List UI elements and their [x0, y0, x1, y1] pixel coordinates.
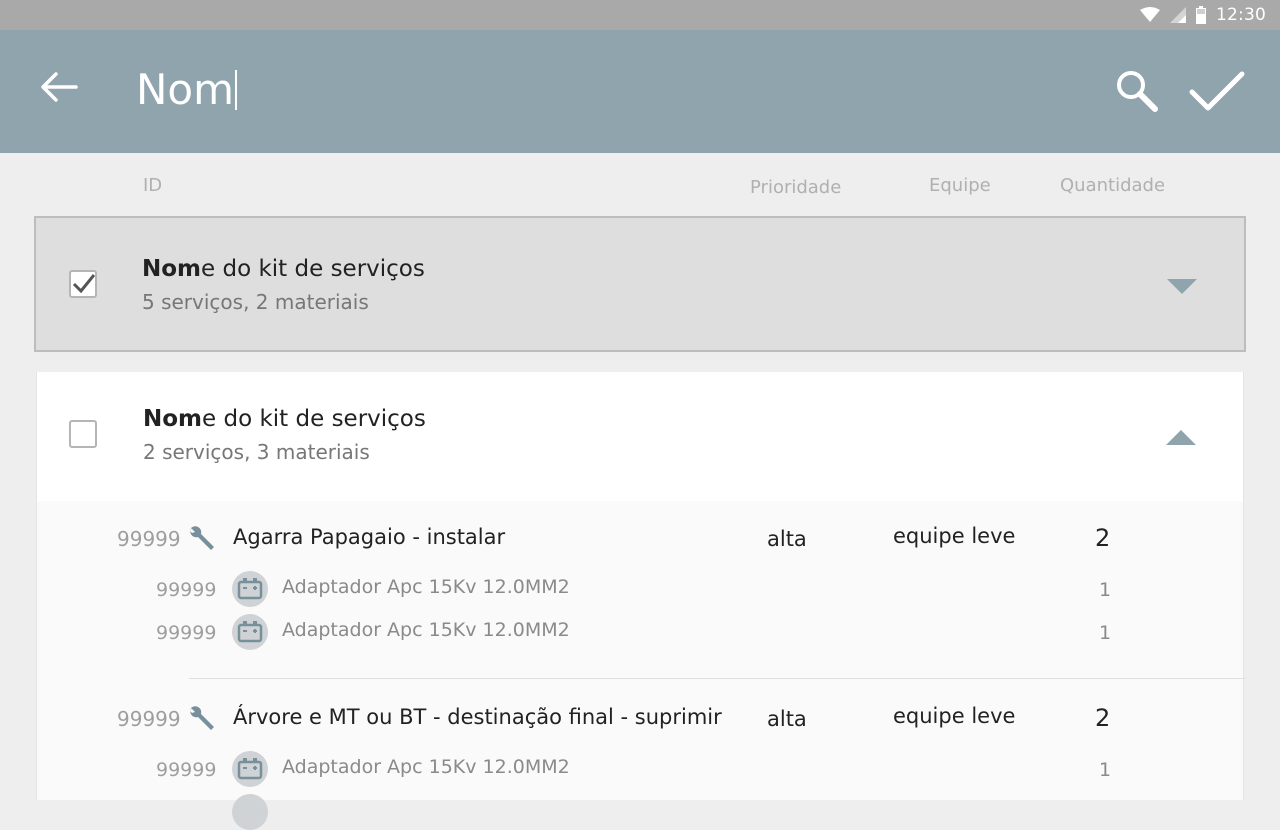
search-icon[interactable] — [1114, 68, 1160, 114]
service-id: 99999 — [117, 527, 181, 551]
column-headers: ID Prioridade Equipe Quantidade — [0, 153, 1280, 215]
app-bar: Nom — [0, 30, 1280, 153]
kit-checkbox-checked[interactable] — [69, 270, 97, 298]
divider — [189, 678, 1245, 679]
kit-card[interactable]: Nome do kit de serviços 5 serviços, 2 ma… — [34, 216, 1246, 352]
kit-header[interactable]: Nome do kit de serviços 2 serviços, 3 ma… — [37, 372, 1243, 501]
search-input[interactable]: Nom — [136, 60, 736, 120]
material-row[interactable]: 99999 Adaptador Apc 15Kv 12.0MM2 1 — [37, 750, 1243, 790]
kit-title: Nome do kit de serviços — [143, 406, 426, 432]
service-name: Árvore e MT ou BT - destinação final - s… — [233, 705, 722, 729]
service-team: equipe leve — [893, 704, 1016, 728]
service-quantity: 2 — [1095, 704, 1111, 732]
material-id: 99999 — [156, 579, 217, 601]
search-input-value: Nom — [136, 65, 235, 114]
material-quantity: 1 — [1099, 759, 1112, 781]
wifi-icon — [1140, 7, 1160, 22]
column-header-id: ID — [143, 175, 163, 196]
kit-checkbox[interactable] — [69, 420, 97, 448]
material-row[interactable]: 99999 Adaptador Apc 15Kv 12.0MM2 1 — [37, 613, 1243, 653]
battery-material-icon — [232, 794, 268, 830]
service-team: equipe leve — [893, 524, 1016, 548]
kit-subtitle: 2 serviços, 3 materiais — [143, 440, 370, 464]
collapse-chevron-up-icon[interactable] — [1165, 428, 1197, 448]
kit-subtitle: 5 serviços, 2 materiais — [142, 290, 369, 314]
kit-title-rest: e do kit de serviços — [201, 256, 425, 282]
service-priority: alta — [767, 707, 807, 731]
status-icons: 12:30 — [1140, 4, 1266, 26]
clock: 12:30 — [1216, 5, 1266, 25]
kit-title-match: Nom — [142, 256, 202, 282]
material-quantity: 1 — [1099, 579, 1112, 601]
service-quantity: 2 — [1095, 524, 1111, 552]
kit-title-rest: e do kit de serviços — [202, 406, 426, 432]
service-priority: alta — [767, 527, 807, 551]
service-id: 99999 — [117, 707, 181, 731]
service-name: Agarra Papagaio - instalar — [233, 525, 506, 549]
material-quantity: 1 — [1099, 622, 1112, 644]
kit-card-expanded: Nome do kit de serviços 2 serviços, 3 ma… — [36, 372, 1245, 830]
battery-icon — [1196, 6, 1206, 24]
column-header-team: Equipe — [929, 175, 991, 196]
status-bar: 12:30 — [0, 0, 1280, 30]
material-id: 99999 — [156, 622, 217, 644]
checkmark-icon — [72, 274, 95, 294]
column-header-quantity: Quantidade — [1060, 175, 1166, 196]
material-name: Adaptador Apc 15Kv 12.0MM2 — [282, 756, 570, 778]
signal-icon — [1170, 7, 1186, 23]
expand-chevron-down-icon[interactable] — [1166, 276, 1198, 296]
back-arrow-icon[interactable] — [38, 66, 80, 108]
material-name: Adaptador Apc 15Kv 12.0MM2 — [282, 619, 570, 641]
column-header-priority: Prioridade — [750, 177, 842, 198]
kit-title-match: Nom — [143, 406, 203, 432]
battery-material-icon — [232, 614, 268, 650]
material-row[interactable]: 99999 Adaptador Apc 15Kv 12.0MM2 1 — [37, 570, 1243, 610]
kit-title: Nome do kit de serviços — [142, 256, 425, 282]
service-row[interactable]: 99999 Árvore e MT ou BT - destinação fin… — [37, 702, 1243, 738]
service-row[interactable]: 99999 Agarra Papagaio - instalar alta eq… — [37, 522, 1243, 558]
battery-material-icon — [232, 751, 268, 787]
check-icon[interactable] — [1188, 68, 1246, 114]
text-cursor — [235, 70, 238, 110]
material-id: 99999 — [156, 759, 217, 781]
wrench-icon — [190, 526, 214, 550]
material-name: Adaptador Apc 15Kv 12.0MM2 — [282, 576, 570, 598]
wrench-icon — [190, 706, 214, 730]
battery-material-icon — [232, 571, 268, 607]
